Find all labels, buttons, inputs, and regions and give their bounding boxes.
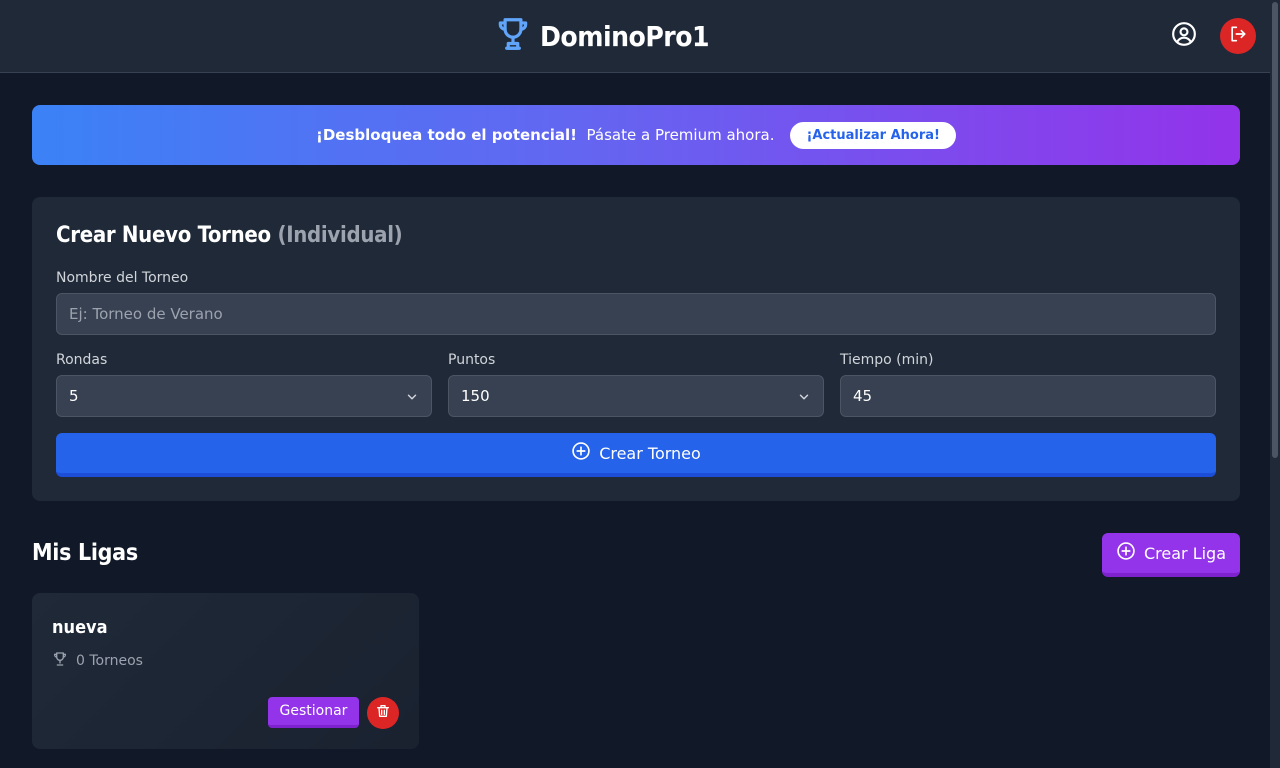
create-tournament-title: Crear Nuevo Torneo (Individual) <box>56 223 403 248</box>
trophy-icon <box>52 651 68 671</box>
plus-circle-icon <box>571 441 591 465</box>
premium-banner: ¡Desbloquea todo el potencial! Pásate a … <box>32 105 1240 165</box>
rounds-label: Rondas <box>56 352 108 368</box>
scrollbar-thumb[interactable] <box>1272 2 1278 458</box>
tournament-name-label: Nombre del Torneo <box>56 270 189 286</box>
rounds-value: 5 <box>69 387 79 405</box>
time-label: Tiempo (min) <box>840 352 934 368</box>
league-tournaments-text: 0 Torneos <box>76 653 143 669</box>
trophy-icon <box>494 14 532 58</box>
create-tournament-label: Crear Torneo <box>599 443 701 463</box>
trash-icon <box>375 703 391 723</box>
rounds-select[interactable]: 5 <box>56 375 432 417</box>
plus-circle-icon <box>1116 541 1136 565</box>
upgrade-button[interactable]: ¡Actualizar Ahora! <box>790 121 956 149</box>
tournament-name-input[interactable] <box>56 293 1216 335</box>
create-tournament-subtitle: (Individual) <box>277 223 403 248</box>
chevron-down-icon <box>405 390 419 408</box>
banner-headline: ¡Desbloquea todo el potencial! <box>316 126 577 144</box>
leagues-title: Mis Ligas <box>32 540 138 566</box>
points-label: Puntos <box>448 352 496 368</box>
banner-text: ¡Desbloquea todo el potencial! Pásate a … <box>316 126 774 144</box>
logout-icon <box>1228 24 1248 48</box>
profile-button[interactable] <box>1166 18 1202 54</box>
points-select[interactable]: 150 <box>448 375 824 417</box>
league-name: nueva <box>52 617 108 638</box>
user-circle-icon <box>1171 21 1197 51</box>
league-card: nueva 0 Torneos Gestionar <box>32 593 419 749</box>
create-tournament-card: Crear Nuevo Torneo (Individual) Nombre d… <box>32 197 1240 501</box>
app-title: DominoPro1 <box>540 19 710 53</box>
create-league-button[interactable]: Crear Liga <box>1102 533 1240 577</box>
chevron-down-icon <box>797 390 811 408</box>
time-input[interactable] <box>840 375 1216 417</box>
create-league-label: Crear Liga <box>1143 543 1227 563</box>
points-value: 150 <box>461 387 490 405</box>
create-tournament-button[interactable]: Crear Torneo <box>56 433 1216 477</box>
manage-league-button[interactable]: Gestionar <box>268 697 359 728</box>
top-header: DominoPro1 <box>0 0 1270 73</box>
brand[interactable]: DominoPro1 <box>494 14 710 58</box>
logout-button[interactable] <box>1220 18 1256 54</box>
banner-message: Pásate a Premium ahora. <box>586 126 775 144</box>
create-tournament-heading: Crear Nuevo Torneo <box>56 223 271 248</box>
league-tournament-count: 0 Torneos <box>52 651 143 671</box>
delete-league-button[interactable] <box>367 697 399 729</box>
page-scrollbar[interactable] <box>1270 0 1280 768</box>
